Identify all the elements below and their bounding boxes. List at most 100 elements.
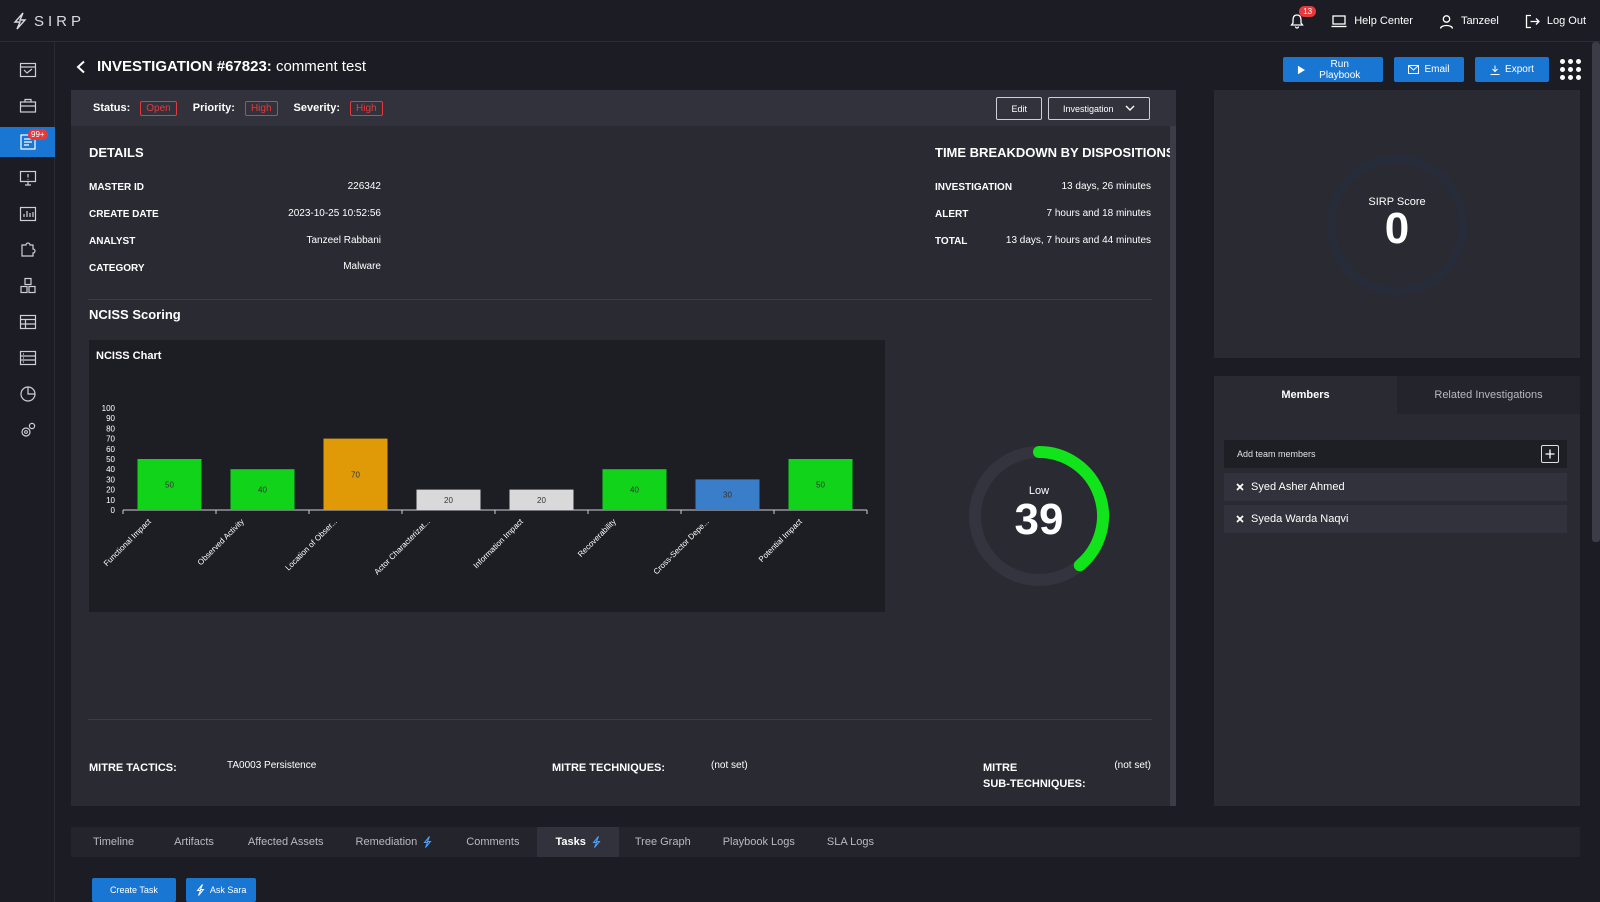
chevron-down-icon	[1125, 105, 1135, 111]
notifications-button[interactable]: 13	[1289, 6, 1317, 29]
tab-label: Playbook Logs	[722, 836, 795, 848]
investigation-type-dropdown[interactable]: Investigation	[1048, 97, 1150, 120]
ask-sara-button[interactable]: Ask Sara	[185, 878, 257, 902]
help-center-link[interactable]: Help Center	[1331, 14, 1413, 28]
tab-label: Artifacts	[174, 836, 214, 848]
page-header: INVESTIGATION #67823: comment test	[75, 58, 366, 75]
section-divider	[88, 299, 1152, 300]
bar-value-label: 20	[537, 496, 546, 505]
mitre-techniques-value: (not set)	[711, 760, 748, 771]
add-member-button[interactable]	[1541, 445, 1559, 463]
panel-scrollbar[interactable]	[1170, 126, 1176, 806]
x-tick-label: Functional Impact	[102, 517, 154, 569]
priority-badge[interactable]: High	[244, 100, 278, 116]
tab-affected-assets[interactable]: Affected Assets	[232, 827, 340, 857]
run-playbook-button[interactable]: Run Playbook	[1283, 57, 1383, 82]
status-badge[interactable]: Open	[140, 100, 177, 116]
sidebar-item-table[interactable]	[0, 307, 55, 337]
create-task-button[interactable]: Create Task	[92, 878, 176, 902]
pie-chart-icon	[19, 386, 36, 402]
tab-playbook-logs[interactable]: Playbook Logs	[707, 827, 811, 857]
export-button[interactable]: Export	[1475, 57, 1549, 82]
remove-member-icon[interactable]	[1236, 515, 1244, 523]
sidebar-item-settings[interactable]	[0, 415, 55, 445]
tab-related-investigations[interactable]: Related Investigations	[1397, 376, 1580, 414]
edit-button[interactable]: Edit	[996, 97, 1042, 120]
mitre-tactics-label: MITRE TACTICS:	[89, 762, 177, 774]
apps-grid-icon[interactable]	[1560, 58, 1582, 81]
sidebar-item-dashboard[interactable]	[0, 55, 55, 85]
sidebar-item-reports[interactable]	[0, 199, 55, 229]
tab-comments[interactable]: Comments	[448, 827, 537, 857]
tab-remediation[interactable]: Remediation	[340, 827, 449, 857]
edit-label: Edit	[1011, 103, 1027, 114]
add-team-members-placeholder: Add team members	[1237, 449, 1316, 459]
user-icon	[1439, 14, 1454, 29]
member-name: Syeda Warda Naqvi	[1251, 513, 1349, 525]
nciss-bar-chart: 010203040506070809010050Functional Impac…	[102, 404, 868, 577]
bar-chart-icon	[19, 206, 36, 222]
x-tick-label: Location of Obser...	[283, 517, 338, 572]
tab-members[interactable]: Members	[1214, 376, 1397, 414]
gears-icon	[20, 422, 35, 437]
add-team-members-input[interactable]: Add team members	[1224, 440, 1567, 468]
tab-artifacts[interactable]: Artifacts	[156, 827, 232, 857]
sirp-logo[interactable]: SIRP	[12, 12, 85, 30]
master-id-value: 226342	[347, 181, 381, 192]
table-icon	[19, 314, 36, 330]
category-label: CATEGORY	[89, 263, 145, 274]
logout-label: Log Out	[1546, 15, 1586, 27]
sidebar-item-analytics[interactable]	[0, 379, 55, 409]
sirp-logo-icon	[13, 12, 27, 30]
bar-value-label: 20	[444, 496, 453, 505]
gauge-value: 39	[1014, 495, 1064, 544]
category-value: Malware	[343, 261, 381, 272]
remove-member-icon[interactable]	[1236, 483, 1244, 491]
bar-value-label: 50	[165, 481, 174, 490]
tab-sla-logs[interactable]: SLA Logs	[811, 827, 890, 857]
member-name: Syed Asher Ahmed	[1251, 481, 1345, 493]
email-label: Email	[1424, 64, 1450, 75]
sidebar-item-integrations[interactable]	[0, 235, 55, 265]
investigation-id: INVESTIGATION #67823:	[97, 58, 272, 75]
cubes-icon	[19, 277, 36, 294]
sidebar-item-threat-intel[interactable]	[0, 343, 55, 373]
create-date-value: 2023-10-25 10:52:56	[288, 208, 381, 219]
email-button[interactable]: Email	[1394, 57, 1464, 82]
user-menu[interactable]: Tanzeel	[1439, 14, 1499, 29]
time-total-value: 13 days, 7 hours and 44 minutes	[1005, 235, 1151, 246]
tab-tree-graph[interactable]: Tree Graph	[619, 827, 707, 857]
priority-label: Priority:	[192, 102, 235, 114]
header-actions: Run Playbook Email Export	[1283, 57, 1582, 82]
sidebar-item-alerts[interactable]	[0, 163, 55, 193]
create-task-label: Create Task	[110, 885, 158, 895]
x-tick-label: Observed Activity	[196, 517, 246, 567]
logout-button[interactable]: Log Out	[1525, 14, 1586, 29]
bar-value-label: 30	[723, 491, 732, 500]
sidebar-item-assets[interactable]	[0, 271, 55, 301]
page-title: INVESTIGATION #67823: comment test	[97, 58, 366, 75]
user-name: Tanzeel	[1460, 15, 1499, 27]
mitre-techniques-label: MITRE TECHNIQUES:	[552, 762, 666, 774]
create-date-label: CREATE DATE	[89, 209, 159, 220]
help-center-label: Help Center	[1354, 15, 1413, 27]
status-bar: Status: Open Priority: High Severity: Hi…	[71, 90, 1176, 126]
sidebar-item-investigations[interactable]: 99+	[0, 127, 55, 157]
bar-value-label: 40	[258, 486, 267, 495]
time-total-label: TOTAL	[935, 236, 968, 247]
bottom-tab-bar: Timeline Artifacts Affected Assets Remed…	[71, 827, 1580, 857]
investigations-badge: 99+	[28, 129, 48, 140]
tab-timeline[interactable]: Timeline	[71, 827, 156, 857]
logo-text: SIRP	[34, 12, 86, 30]
severity-badge[interactable]: High	[350, 100, 383, 116]
time-alert-value: 7 hours and 18 minutes	[1046, 208, 1151, 219]
y-tick-label: 10	[106, 496, 115, 505]
page-scrollbar[interactable]	[1592, 42, 1600, 542]
x-tick-label: Cross-Sector Depe...	[652, 517, 711, 576]
tab-label: SLA Logs	[826, 836, 874, 848]
nciss-chart: NCISS Chart 0 10 20 30 40 50 60 70 80 90 100 50 Func…	[89, 340, 885, 612]
sidebar-item-cases[interactable]	[0, 91, 55, 121]
tab-tasks[interactable]: Tasks	[537, 827, 619, 857]
back-chevron-icon[interactable]	[75, 60, 87, 74]
plus-icon	[1545, 449, 1555, 459]
